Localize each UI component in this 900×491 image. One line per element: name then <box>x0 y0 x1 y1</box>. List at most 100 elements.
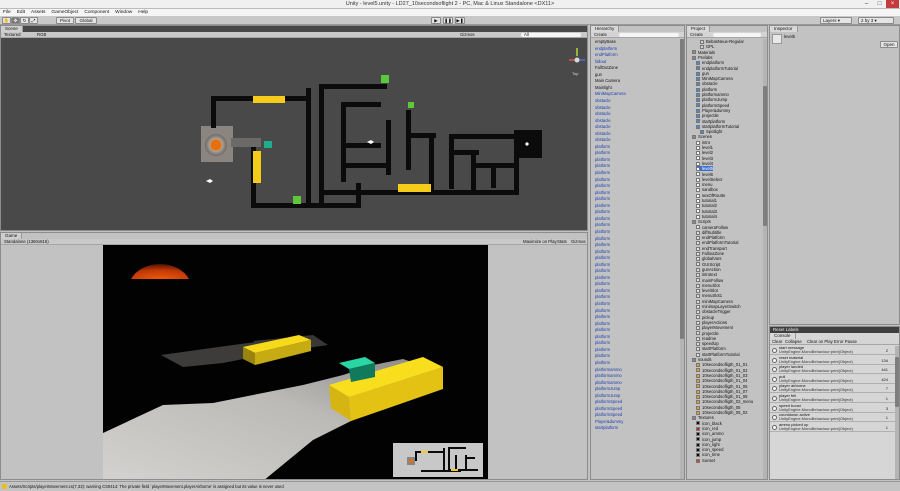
hierarchy-item[interactable]: MiniMapCamera <box>595 91 626 96</box>
hierarchy-item[interactable]: obstacle <box>595 131 611 136</box>
project-item[interactable]: diffSubtitle <box>696 230 721 235</box>
project-item[interactable]: speedUp <box>696 341 719 346</box>
minimize-icon[interactable]: – <box>860 0 873 8</box>
project-item[interactable]: 10secondsofligth_02_menu <box>696 399 753 404</box>
menu-component[interactable]: Component <box>84 10 109 15</box>
hierarchy-item[interactable]: platform <box>595 196 610 201</box>
hierarchy-item[interactable]: obstacle <box>595 124 611 129</box>
project-item[interactable]: 10secondsofligth_05 <box>696 405 740 410</box>
pivot-toggle[interactable]: Pivot <box>56 17 74 24</box>
project-item[interactable]: platformSpeed <box>696 103 729 108</box>
project-item[interactable]: endPlatformTutorial <box>696 240 738 245</box>
project-item[interactable]: playerMovement <box>696 325 733 330</box>
hierarchy-item[interactable]: platform <box>595 170 610 175</box>
project-item[interactable]: platformammo <box>696 92 729 97</box>
aspect-dropdown[interactable]: Standalone (1360x816) <box>4 239 49 245</box>
status-message[interactable]: Assets/Scripts/playerMovement.cs(7,33): … <box>9 484 284 489</box>
hierarchy-item[interactable]: platform <box>595 301 610 306</box>
hierarchy-item[interactable]: platform <box>595 255 610 260</box>
console-log-row[interactable]: ammo picked up UnityEngine.MonoBehaviour:… <box>770 422 895 432</box>
project-item[interactable]: Materials <box>692 50 715 55</box>
project-item[interactable]: endPlatform <box>696 235 725 240</box>
project-item[interactable]: 10secondsofligth_01_04 <box>696 378 747 383</box>
console-error-pause-button[interactable]: Error Pause <box>834 339 857 345</box>
hierarchy-item[interactable]: platformammo <box>595 373 622 378</box>
project-item[interactable]: startplatformTutorial <box>696 124 739 129</box>
pause-button[interactable]: ❚❚ <box>443 17 453 24</box>
hierarchy-item[interactable]: Player&dummy <box>595 419 623 424</box>
hierarchy-item[interactable]: platform <box>595 183 610 188</box>
menu-edit[interactable]: Edit <box>17 10 25 15</box>
project-item[interactable]: menuSlot1 <box>696 293 722 298</box>
project-item[interactable]: level1 <box>696 145 713 150</box>
project-item[interactable]: level2 <box>696 150 713 155</box>
hierarchy-item[interactable]: obstacle <box>595 137 611 142</box>
global-toggle[interactable]: Global <box>75 17 97 24</box>
hierarchy-item[interactable]: platform <box>595 308 610 313</box>
project-item[interactable]: obstacle <box>696 81 718 86</box>
console-log-row[interactable]: countdown active UnityEngine.MonoBehaviou… <box>770 413 895 423</box>
play-button[interactable]: ▶ <box>431 17 441 24</box>
game-gizmos-toggle[interactable]: Gizmos <box>571 239 586 245</box>
hierarchy-item[interactable]: platform <box>595 236 610 241</box>
rotate-tool-icon[interactable]: ↻ <box>20 17 29 24</box>
hierarchy-item[interactable]: platform <box>595 327 610 332</box>
project-item[interactable]: cameraFollow <box>696 225 728 230</box>
hierarchy-item[interactable]: obstacle <box>595 98 611 103</box>
hierarchy-item[interactable]: platform <box>595 177 610 182</box>
project-item[interactable]: 10secondsofligth_01_02 <box>696 368 747 373</box>
close-icon[interactable]: × <box>886 0 899 8</box>
project-item[interactable]: 10secondsofligth_05_02 <box>696 410 747 415</box>
project-item[interactable]: sounds <box>692 357 712 362</box>
project-item[interactable]: projectile <box>696 331 719 336</box>
project-item[interactable]: icon_jump <box>696 437 721 442</box>
hierarchy-search-field[interactable] <box>619 33 679 37</box>
project-item[interactable]: Scripts <box>692 219 711 224</box>
project-item[interactable]: menu <box>696 182 712 187</box>
project-item[interactable]: tutorial4 <box>696 214 717 219</box>
hierarchy-item[interactable]: platform <box>595 275 610 280</box>
tab-inspector[interactable]: Inspector <box>770 26 798 32</box>
project-item[interactable]: gunAction <box>696 267 721 272</box>
project-item[interactable]: Spotlight <box>700 129 722 134</box>
project-item[interactable]: tutorial3 <box>696 209 717 214</box>
hierarchy-item[interactable]: obstacle <box>595 118 611 123</box>
hierarchy-item[interactable]: platform <box>595 163 610 168</box>
hierarchy-item[interactable]: platform <box>595 294 610 299</box>
hierarchy-item[interactable]: platformSpeed <box>595 406 622 411</box>
project-item[interactable]: gun <box>696 71 709 76</box>
menu-window[interactable]: Window <box>115 10 132 15</box>
project-scroll-thumb[interactable] <box>763 86 767 226</box>
console-clear-on-play-button[interactable]: Clear on Play <box>807 339 833 345</box>
project-search-field[interactable] <box>713 33 761 37</box>
hierarchy-item[interactable]: platform <box>595 144 610 149</box>
project-item[interactable]: 10secondsofligth_01_08 <box>696 394 747 399</box>
project-item[interactable]: startPlatform <box>696 346 726 351</box>
hierarchy-item[interactable]: platform <box>595 360 610 365</box>
hierarchy-item[interactable]: endplatform <box>595 46 617 51</box>
project-item[interactable]: 10secondsofligth_01_07 <box>696 389 747 394</box>
project-item[interactable]: obstacleTrigger <box>696 309 731 314</box>
project-item[interactable]: minimapLayerSwitch <box>696 304 741 309</box>
project-item[interactable]: FalloutZone <box>696 251 724 256</box>
step-button[interactable]: ▶❚ <box>455 17 465 24</box>
project-item[interactable]: platform <box>696 87 717 92</box>
menu-assets[interactable]: Assets <box>31 10 45 15</box>
project-item[interactable]: tutorial1 <box>696 198 717 203</box>
hierarchy-item[interactable]: obstacle <box>595 105 611 110</box>
hierarchy-item[interactable]: platform <box>595 321 610 326</box>
project-item[interactable]: Prefabs <box>692 55 712 60</box>
project-item[interactable]: levelSlot <box>696 288 718 293</box>
console-log-row[interactable]: player landed UnityEngine.MonoBehaviour:p… <box>770 365 895 375</box>
hierarchy-item[interactable]: emptyBase <box>595 39 616 44</box>
console-scroll-thumb[interactable] <box>895 357 899 407</box>
console-log-row[interactable]: player fell UnityEngine.MonoBehaviour:pri… <box>770 393 895 403</box>
scene-search-field[interactable]: All <box>521 32 581 37</box>
project-item[interactable]: icon_light <box>696 442 720 447</box>
project-item[interactable]: sandbox <box>696 187 718 192</box>
hierarchy-create-button[interactable]: Create <box>594 32 607 38</box>
hierarchy-item[interactable]: Main Camera <box>595 78 620 83</box>
project-item[interactable]: mainFollow <box>696 278 723 283</box>
project-item[interactable]: levelSelect <box>696 177 722 182</box>
hierarchy-item[interactable]: platform <box>595 314 610 319</box>
